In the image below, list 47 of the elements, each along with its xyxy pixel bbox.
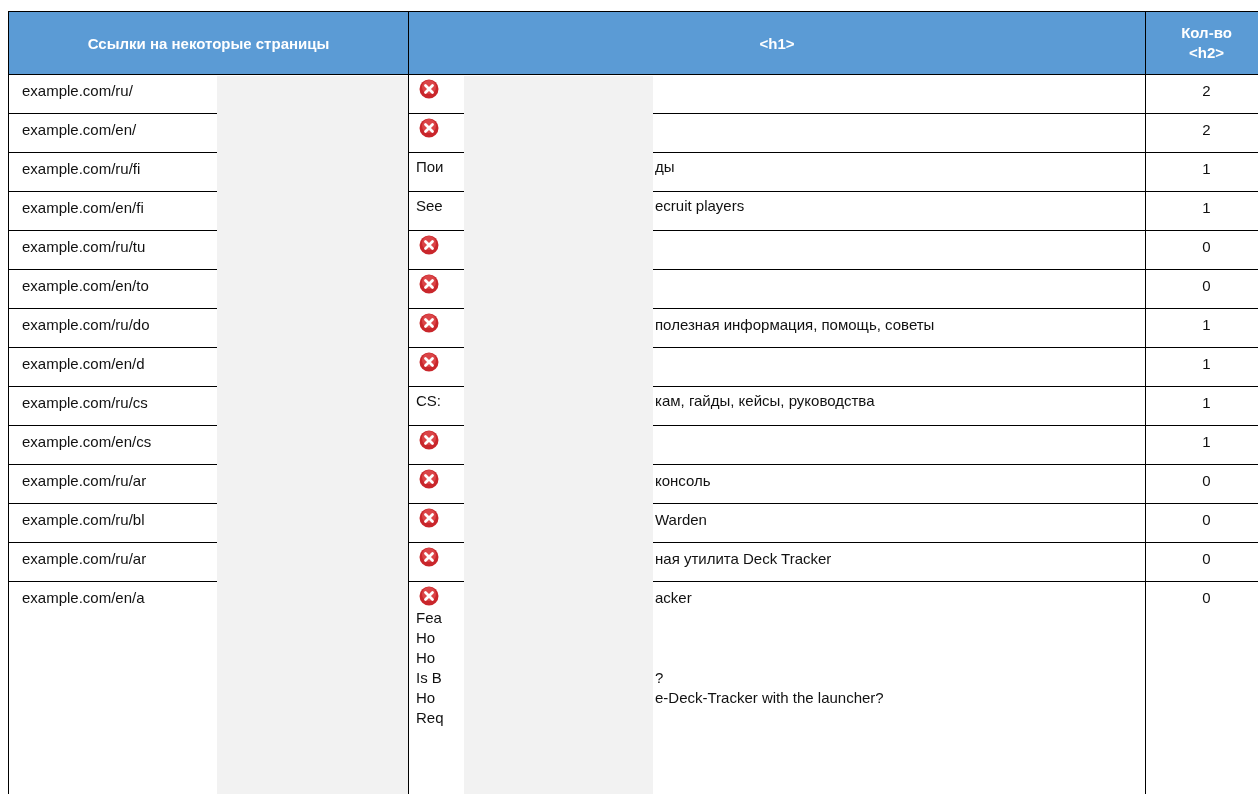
error-icon [419, 547, 439, 567]
heading-text: ? [654, 668, 664, 688]
heading-text: ная утилита Deck Tracker [654, 549, 832, 569]
table-cell: 2 [1146, 114, 1258, 152]
table-cell: 1 [1146, 348, 1258, 386]
heading-text: консоль [654, 471, 711, 491]
column-header: Ссылки на некоторые страницы [8, 12, 409, 74]
heading-text: Ho [416, 688, 436, 708]
heading-text: Ho [416, 628, 436, 648]
heading-text: See [416, 196, 443, 216]
heading-text: Fea [416, 608, 442, 628]
heading-text: e-Deck-Tracker with the launcher? [654, 688, 884, 708]
table-cell: 1 [1146, 153, 1258, 191]
error-icon [419, 430, 439, 450]
heading-text: полезная информация, помощь, советы [654, 315, 935, 335]
column-header: <h1> [409, 12, 1146, 74]
heading-text: Пои [416, 157, 444, 177]
table-cell: 2 [1146, 75, 1258, 113]
heading-text: CS: [416, 391, 441, 411]
heading-text: Is B [416, 668, 442, 688]
table-cell: 0 [1146, 465, 1258, 503]
error-icon [419, 118, 439, 138]
heading-text: ecruit players [654, 196, 745, 216]
error-icon [419, 469, 439, 489]
table-cell: 0 [1146, 231, 1258, 269]
heading-text: кам, гайды, кейсы, руководства [654, 391, 875, 411]
table-cell: 1 [1146, 426, 1258, 464]
heading-text: Warden [654, 510, 707, 530]
table-cell: 1 [1146, 387, 1258, 425]
table-cell: 0 [1146, 543, 1258, 581]
table-cell: 0 [1146, 504, 1258, 542]
error-icon [419, 274, 439, 294]
column-header: Кол-во <h2> [1146, 12, 1258, 74]
heading-text: Req [416, 708, 444, 728]
heading-text: acker [654, 588, 692, 608]
error-icon [419, 508, 439, 528]
heading-text: ды [654, 157, 675, 177]
error-icon [419, 79, 439, 99]
error-icon [419, 235, 439, 255]
table-cell: 1 [1146, 309, 1258, 347]
table-cell: 0 [1146, 270, 1258, 308]
heading-text: Ho [416, 648, 436, 668]
error-icon [419, 313, 439, 333]
error-icon [419, 586, 439, 606]
table-cell: 0 [1146, 582, 1258, 794]
error-icon [419, 352, 439, 372]
table-cell: 1 [1146, 192, 1258, 230]
